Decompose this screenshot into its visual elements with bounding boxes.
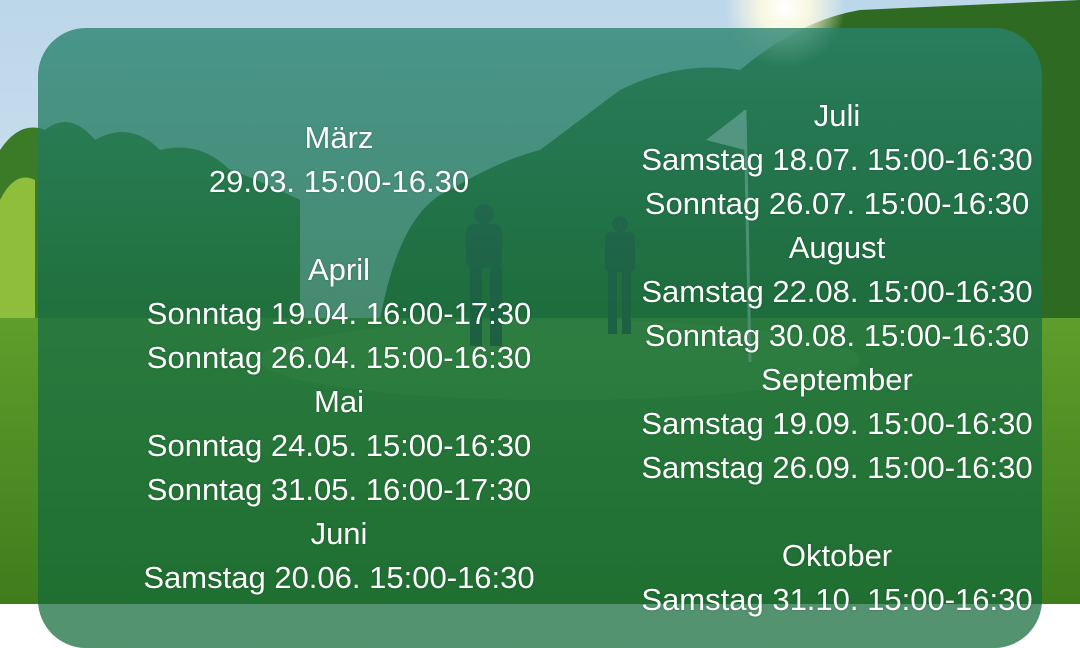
date-entry: Samstag 18.07. 15:00-16:30 (641, 142, 1033, 177)
date-entry: Samstag 19.09. 15:00-16:30 (641, 406, 1033, 441)
date-entry: Sonntag 26.07. 15:00-16:30 (644, 186, 1030, 221)
month-heading-august: August (788, 230, 886, 265)
date-entry: Samstag 31.10. 15:00-16:30 (641, 582, 1033, 617)
date-entry: 29.03. 15:00-16.30 (208, 164, 470, 199)
date-entry: Samstag 26.09. 15:00-16:30 (641, 450, 1033, 485)
date-entry: Sonntag 30.08. 15:00-16:30 (644, 318, 1030, 353)
month-heading-april: April (307, 252, 370, 287)
date-entry: Sonntag 19.04. 16:00-17:30 (146, 296, 532, 331)
month-heading-mai: Mai (314, 384, 364, 419)
month-heading-juni: Juni (310, 516, 368, 551)
month-heading-juli: Juli (813, 98, 861, 133)
month-heading-september: September (761, 362, 913, 397)
month-heading-maerz: März (304, 120, 374, 155)
date-entry: Sonntag 24.05. 15:00-16:30 (146, 428, 532, 463)
schedule-panel: März 29.03. 15:00-16.30 April Sonntag 19… (38, 28, 1042, 648)
date-entry: Sonntag 26.04. 15:00-16:30 (146, 340, 532, 375)
schedule-column-left: März 29.03. 15:00-16.30 April Sonntag 19… (38, 28, 640, 600)
month-heading-oktober: Oktober (781, 538, 893, 573)
schedule-column-right: Juli Samstag 18.07. 15:00-16:30 Sonntag … (578, 28, 1080, 622)
date-entry: Sonntag 31.05. 16:00-17:30 (146, 472, 532, 507)
date-entry: Samstag 20.06. 15:00-16:30 (143, 560, 535, 595)
date-entry: Samstag 22.08. 15:00-16:30 (641, 274, 1033, 309)
